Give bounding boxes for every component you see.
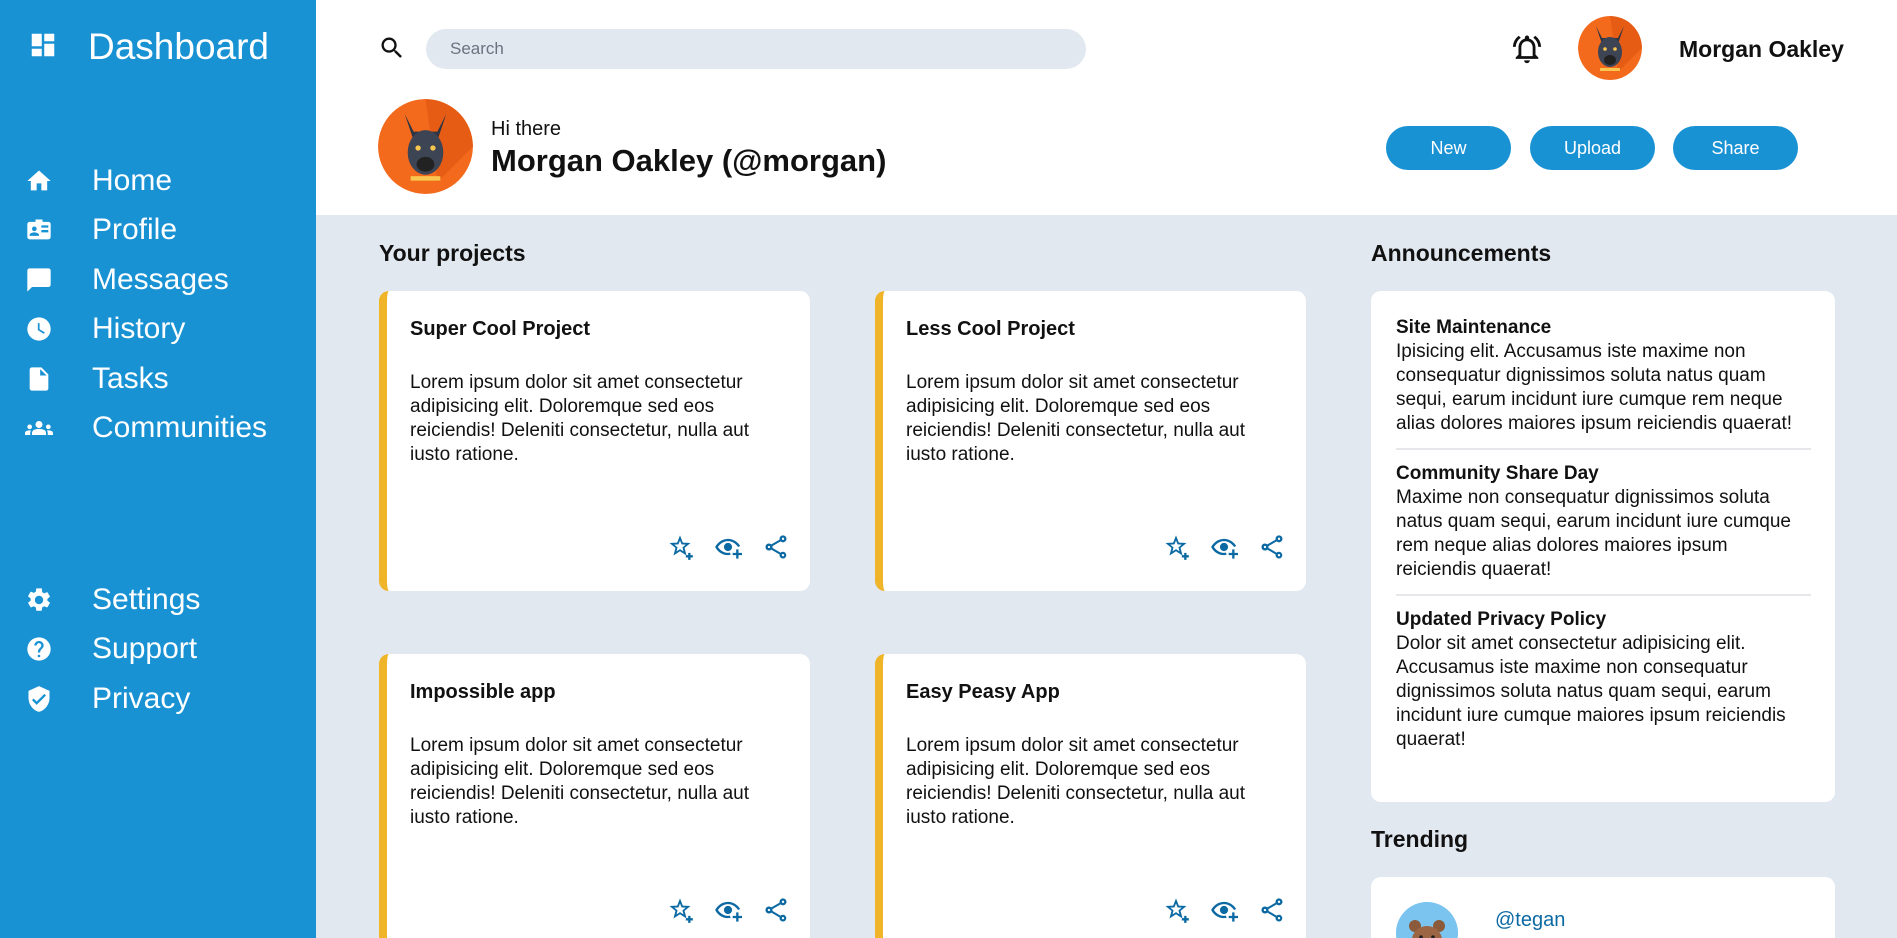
star-icon[interactable] xyxy=(1162,896,1190,924)
sidebar-item-label: Tasks xyxy=(92,361,169,395)
bell-icon[interactable] xyxy=(1510,32,1544,66)
new-button[interactable]: New xyxy=(1386,126,1511,170)
trending-handle[interactable]: @tegan xyxy=(1495,909,1565,932)
sidebar-item-label: Support xyxy=(92,632,198,666)
dashboard-icon xyxy=(28,30,58,65)
shield-icon xyxy=(24,684,54,714)
announcement-item[interactable]: Updated Privacy Policy Dolor sit amet co… xyxy=(1396,608,1811,764)
sidebar-item-settings[interactable]: Settings xyxy=(24,575,200,625)
project-card[interactable]: Less Cool Project Lorem ipsum dolor sit … xyxy=(875,291,1306,591)
home-icon xyxy=(24,166,54,196)
trending-avatar[interactable] xyxy=(1396,902,1458,938)
announcement-text: Maxime non consequatur dignissimos solut… xyxy=(1396,487,1792,580)
share-icon[interactable] xyxy=(762,533,790,561)
card-actions xyxy=(1162,533,1286,561)
announcement-text: Dolor sit amet consectetur adipisicing e… xyxy=(1396,633,1786,750)
project-description: Lorem ipsum dolor sit amet consectetur a… xyxy=(906,372,1246,465)
upload-button[interactable]: Upload xyxy=(1530,126,1655,170)
card-actions xyxy=(666,533,790,561)
announcement-title: Community Share Day xyxy=(1396,463,1599,484)
people-icon xyxy=(24,413,54,443)
project-card[interactable]: Easy Peasy App Lorem ipsum dolor sit ame… xyxy=(875,654,1306,938)
sidebar-item-messages[interactable]: Messages xyxy=(24,255,267,305)
project-title: Easy Peasy App xyxy=(906,681,1060,703)
announcement-item[interactable]: Site Maintenance Ipisicing elit. Accusam… xyxy=(1396,316,1811,450)
brand[interactable]: Dashboard xyxy=(28,27,269,67)
project-description: Lorem ipsum dolor sit amet consectetur a… xyxy=(410,372,750,465)
project-title: Less Cool Project xyxy=(906,318,1075,340)
star-icon[interactable] xyxy=(666,533,694,561)
profile-name: Morgan Oakley (@morgan) xyxy=(491,143,887,178)
project-description: Lorem ipsum dolor sit amet consectetur a… xyxy=(410,735,750,828)
share-icon[interactable] xyxy=(762,896,790,924)
sidebar-item-label: Messages xyxy=(92,262,229,296)
header: Morgan Oakley Hi there Morgan Oakley (@m… xyxy=(316,0,1897,215)
project-title: Impossible app xyxy=(410,681,556,703)
document-icon xyxy=(24,364,54,394)
project-card[interactable]: Super Cool Project Lorem ipsum dolor sit… xyxy=(379,291,810,591)
gear-icon xyxy=(24,585,54,615)
announcement-title: Updated Privacy Policy xyxy=(1396,609,1607,630)
share-icon[interactable] xyxy=(1258,533,1286,561)
sidebar-item-communities[interactable]: Communities xyxy=(24,404,267,454)
user-name[interactable]: Morgan Oakley xyxy=(1679,36,1844,63)
avatar[interactable] xyxy=(1578,16,1642,80)
greeting: Hi there xyxy=(491,118,562,140)
sidebar-item-profile[interactable]: Profile xyxy=(24,206,267,256)
sidebar-item-label: Communities xyxy=(92,411,268,445)
profile-avatar xyxy=(378,99,473,194)
sidebar: Dashboard Home Profile Messages History … xyxy=(0,0,316,938)
trending-panel: @tegan xyxy=(1371,877,1835,938)
share-icon[interactable] xyxy=(1258,896,1286,924)
sidebar-item-label: Privacy xyxy=(92,681,191,715)
announcement-item[interactable]: Community Share Day Maxime non consequat… xyxy=(1396,462,1811,596)
star-icon[interactable] xyxy=(666,896,694,924)
project-title: Super Cool Project xyxy=(410,318,591,340)
watch-icon[interactable] xyxy=(1210,533,1238,561)
share-button[interactable]: Share xyxy=(1673,126,1798,170)
brand-title: Dashboard xyxy=(88,26,270,67)
announcements-title: Announcements xyxy=(1371,240,1552,266)
watch-icon[interactable] xyxy=(714,533,742,561)
sidebar-item-label: History xyxy=(92,312,186,346)
announcements-panel: Site Maintenance Ipisicing elit. Accusam… xyxy=(1371,291,1835,802)
announcement-text: Ipisicing elit. Accusamus iste maxime no… xyxy=(1396,341,1793,434)
search-input[interactable] xyxy=(426,29,1086,69)
sidebar-item-tasks[interactable]: Tasks xyxy=(24,354,267,404)
trending-title: Trending xyxy=(1371,826,1469,852)
card-actions xyxy=(666,896,790,924)
watch-icon[interactable] xyxy=(1210,896,1238,924)
sidebar-item-label: Home xyxy=(92,163,173,197)
project-description: Lorem ipsum dolor sit amet consectetur a… xyxy=(906,735,1246,828)
announcement-title: Site Maintenance xyxy=(1396,317,1552,338)
sidebar-item-support[interactable]: Support xyxy=(24,625,200,675)
star-icon[interactable] xyxy=(1162,533,1190,561)
watch-icon[interactable] xyxy=(714,896,742,924)
sidebar-item-label: Profile xyxy=(92,213,178,247)
project-card[interactable]: Impossible app Lorem ipsum dolor sit ame… xyxy=(379,654,810,938)
id-card-icon xyxy=(24,215,54,245)
help-icon xyxy=(24,634,54,664)
secondary-nav: Settings Support Privacy xyxy=(24,575,200,724)
sidebar-item-privacy[interactable]: Privacy xyxy=(24,674,200,724)
sidebar-item-history[interactable]: History xyxy=(24,305,267,355)
sidebar-item-home[interactable]: Home xyxy=(24,156,267,206)
clock-icon xyxy=(24,314,54,344)
search-icon[interactable] xyxy=(378,34,406,62)
projects-title: Your projects xyxy=(379,240,526,266)
main-nav: Home Profile Messages History Tasks Comm… xyxy=(24,156,267,453)
chat-icon xyxy=(24,265,54,295)
card-actions xyxy=(1162,896,1286,924)
sidebar-item-label: Settings xyxy=(92,582,201,616)
